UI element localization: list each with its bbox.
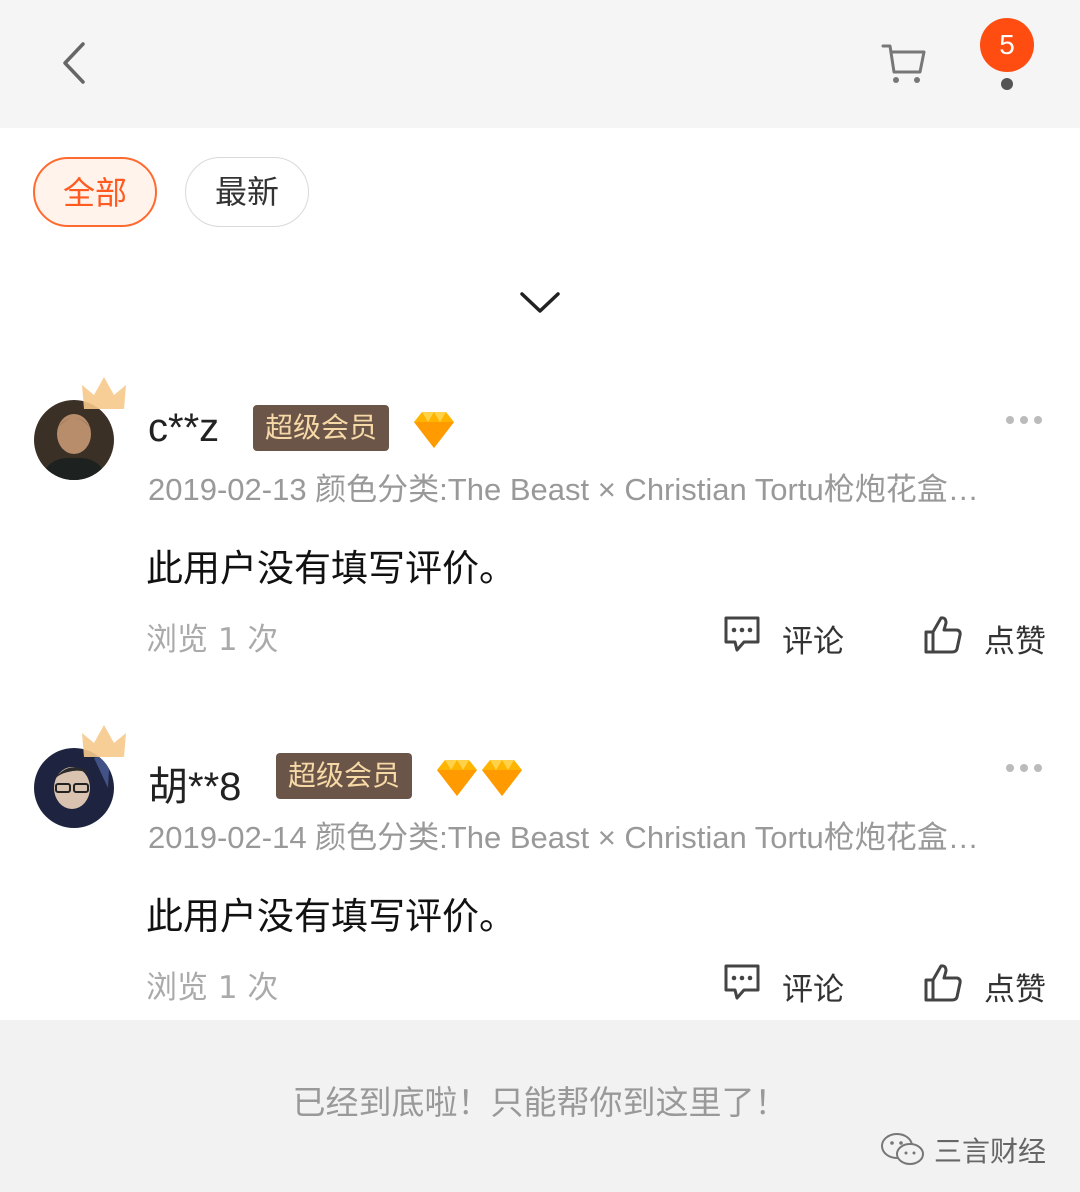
view-count: 浏览 1 次 [146,970,279,1006]
review-item: 胡**8 超级会员 2019-02-14 颜色分类:The Beast × Ch… [0,718,1080,1048]
more-dot-icon [1001,78,1013,90]
cart-button[interactable] [880,40,928,88]
filter-all-chip[interactable]: 全部 [33,157,157,227]
comment-icon [724,616,760,652]
vip-badge: 超级会员 [253,405,390,451]
review-meta: 2019-02-13 颜色分类:The Beast × Christian To… [148,472,979,507]
watermark: 三言财经 [880,1126,1046,1174]
more-icon [1006,764,1042,772]
top-bar: 5 [0,0,1080,128]
end-of-list-text: 已经到底啦！只能帮你到这里了！ [292,1083,788,1122]
comment-label: 评论 [782,972,844,1008]
review-content: 此用户没有填写评价。 [146,547,516,590]
vip-badge: 超级会员 [276,753,413,799]
cart-icon [881,44,926,83]
crown-icon [80,723,128,763]
message-count-badge: 5 [980,18,1034,72]
like-button[interactable]: 点赞 [922,614,1052,660]
wechat-icon [880,1133,924,1165]
comment-button[interactable]: 评论 [722,614,852,660]
thumbs-up-icon [924,964,962,1002]
more-options-button[interactable] [1004,760,1044,774]
diamond-icon [412,410,456,450]
chevron-down-icon [520,292,560,313]
like-label: 点赞 [984,972,1046,1008]
review-item: c**z 超级会员 2019-02-13 颜色分类:The Beast × Ch… [0,370,1080,700]
more-icon [1006,416,1042,424]
like-label: 点赞 [984,624,1046,660]
watermark-text: 三言财经 [933,1135,1046,1168]
comment-button[interactable]: 评论 [722,962,852,1008]
diamond-icon [480,758,524,798]
expand-filters-button[interactable] [515,285,565,319]
chevron-left-icon [63,42,85,84]
crown-icon [80,375,128,415]
comment-icon [724,964,760,1000]
comment-label: 评论 [782,624,844,660]
review-content: 此用户没有填写评价。 [146,895,516,938]
username: 胡**8 [148,765,242,809]
review-meta: 2019-02-14 颜色分类:The Beast × Christian To… [148,820,979,855]
username: c**z [148,406,220,450]
view-count: 浏览 1 次 [146,622,279,658]
filter-latest-chip[interactable]: 最新 [185,157,309,227]
diamond-icon [435,758,479,798]
message-button[interactable]: 5 [980,18,1036,92]
end-of-list-area: 已经到底啦！只能帮你到这里了！ 三言财经 [0,1020,1080,1192]
back-button[interactable] [50,38,100,88]
thumbs-up-icon [924,616,962,654]
more-options-button[interactable] [1004,412,1044,426]
like-button[interactable]: 点赞 [922,962,1052,1008]
